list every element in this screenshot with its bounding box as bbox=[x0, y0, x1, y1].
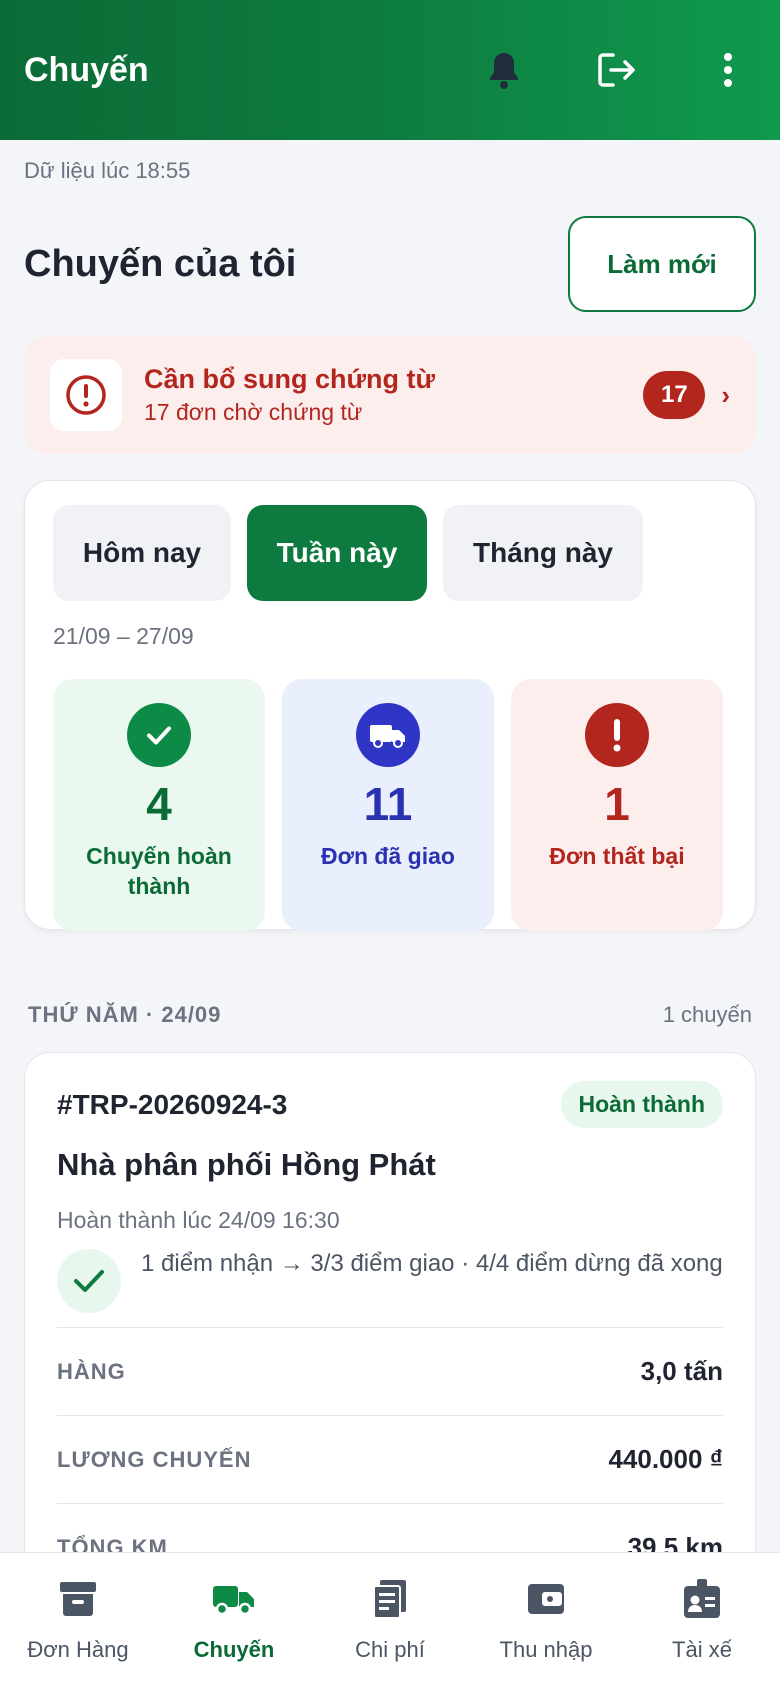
nav-label: Chi phí bbox=[355, 1637, 425, 1662]
logout-icon[interactable] bbox=[588, 42, 644, 98]
period-tabs: Hôm nay Tuần này Tháng này bbox=[53, 505, 659, 601]
nav-label: Tài xế bbox=[672, 1637, 732, 1662]
check-circle-icon bbox=[127, 703, 191, 767]
nav-item-orders[interactable]: Đơn Hàng bbox=[0, 1553, 156, 1688]
alert-count-badge: 17 bbox=[643, 371, 706, 419]
section-header: Chuyến của tôi Làm mới bbox=[24, 216, 756, 312]
archive-box-icon bbox=[54, 1575, 102, 1623]
detail-key: LƯƠNG CHUYẾN bbox=[57, 1446, 252, 1472]
alert-circle-icon bbox=[585, 703, 649, 767]
date-range: 21/09 – 27/09 bbox=[53, 623, 194, 649]
nav-item-driver[interactable]: Tài xế bbox=[624, 1553, 780, 1688]
nav-label: Đơn Hàng bbox=[27, 1637, 129, 1662]
nav-label: Chuyến bbox=[193, 1637, 275, 1662]
missing-documents-alert[interactable]: Cần bổ sung chứng từ 17 đơn chờ chứng từ… bbox=[24, 336, 756, 454]
nav-label: Thu nhập bbox=[499, 1637, 593, 1662]
alert-icon-container bbox=[50, 359, 122, 431]
page-title: Chuyến bbox=[24, 50, 149, 89]
wallet-icon bbox=[522, 1575, 570, 1623]
stat-value: 1 bbox=[604, 778, 630, 830]
stat-tiles: 4 Chuyến hoàn thành 11 Đơn đã giao 1 Đơn… bbox=[53, 679, 723, 931]
more-vertical-icon[interactable] bbox=[700, 42, 756, 98]
receipt-icon bbox=[366, 1575, 414, 1623]
chevron-right-icon: › bbox=[721, 379, 730, 410]
alert-title: Cần bổ sung chứng từ bbox=[144, 364, 436, 394]
detail-value: 3,0 tấn bbox=[640, 1356, 723, 1386]
tab-today[interactable]: Hôm nay bbox=[53, 505, 231, 601]
day-group-count: 1 chuyến bbox=[662, 1002, 752, 1027]
status-badge: Hoàn thành bbox=[560, 1081, 723, 1128]
nav-item-income[interactable]: Thu nhập bbox=[468, 1553, 624, 1688]
app-screen: Chuyến Dữ liệu lúc 18:55 Chuyến của tôi … bbox=[0, 0, 780, 1688]
alert-subtitle: 17 đơn chờ chứng từ bbox=[144, 399, 363, 425]
truck-icon bbox=[356, 703, 420, 767]
bottom-navigation: Đơn Hàng Chuyến Chi phí Thu nhập Tài xế bbox=[0, 1552, 780, 1688]
stat-label: Đơn đã giao bbox=[321, 843, 455, 869]
refresh-button[interactable]: Làm mới bbox=[568, 216, 756, 312]
stat-tile-failed-orders[interactable]: 1 Đơn thất bại bbox=[511, 679, 723, 931]
trip-detail-row: TỔNG KM 39,5 km bbox=[57, 1503, 723, 1552]
trip-card[interactable]: #TRP-20260924-3 Hoàn thành Nhà phân phối… bbox=[24, 1052, 756, 1552]
nav-item-expenses[interactable]: Chi phí bbox=[312, 1553, 468, 1688]
detail-value: 440.000 ₫ bbox=[608, 1444, 723, 1474]
id-badge-icon bbox=[678, 1575, 726, 1623]
trip-card-header: #TRP-20260924-3 Hoàn thành bbox=[57, 1081, 723, 1128]
day-group-header: THỨ NĂM · 24/09 1 chuyến bbox=[28, 1002, 752, 1028]
content-scroll[interactable]: Dữ liệu lúc 18:55 Chuyến của tôi Làm mới… bbox=[0, 140, 780, 1552]
detail-key: TỔNG KM bbox=[57, 1534, 168, 1553]
check-icon bbox=[57, 1249, 121, 1313]
stat-value: 11 bbox=[363, 778, 413, 830]
trip-detail-row: HÀNG 3,0 tấn bbox=[57, 1327, 723, 1415]
detail-value: 39,5 km bbox=[627, 1532, 723, 1552]
bell-icon[interactable] bbox=[476, 42, 532, 98]
day-group-label: THỨ NĂM · 24/09 bbox=[28, 1002, 222, 1027]
stat-tile-delivered-orders[interactable]: 11 Đơn đã giao bbox=[282, 679, 494, 931]
stats-card: Hôm nay Tuần này Tháng này 21/09 – 27/09… bbox=[24, 480, 756, 931]
tab-this-week[interactable]: Tuần này bbox=[247, 505, 427, 601]
trip-detail-row: LƯƠNG CHUYẾN 440.000 ₫ bbox=[57, 1415, 723, 1503]
detail-key: HÀNG bbox=[57, 1358, 126, 1384]
stat-value: 4 bbox=[146, 778, 172, 830]
tab-this-month[interactable]: Tháng này bbox=[443, 505, 643, 601]
section-title: Chuyến của tôi bbox=[24, 242, 297, 285]
truck-icon bbox=[210, 1575, 258, 1623]
nav-item-trips[interactable]: Chuyến bbox=[156, 1553, 312, 1688]
trip-route-summary: 1 điểm nhận → 3/3 điểm giao · 4/4 điểm d… bbox=[57, 1249, 723, 1313]
header-actions bbox=[420, 42, 756, 98]
stat-tile-completed-trips[interactable]: 4 Chuyến hoàn thành bbox=[53, 679, 265, 931]
stat-label: Chuyến hoàn thành bbox=[86, 843, 232, 899]
trip-customer: Nhà phân phối Hồng Phát bbox=[57, 1147, 436, 1182]
trip-code: #TRP-20260924-3 bbox=[57, 1088, 288, 1120]
alert-text: Cần bổ sung chứng từ 17 đơn chờ chứng từ bbox=[144, 364, 643, 426]
stat-label: Đơn thất bại bbox=[549, 843, 685, 869]
route-summary-text: 1 điểm nhận → 3/3 điểm giao · 4/4 điểm d… bbox=[141, 1250, 723, 1277]
trip-completed-time: Hoàn thành lúc 24/09 16:30 bbox=[57, 1207, 340, 1233]
data-timestamp: Dữ liệu lúc 18:55 bbox=[24, 158, 191, 183]
app-header: Chuyến bbox=[0, 0, 780, 140]
alert-circle-icon bbox=[66, 375, 106, 415]
